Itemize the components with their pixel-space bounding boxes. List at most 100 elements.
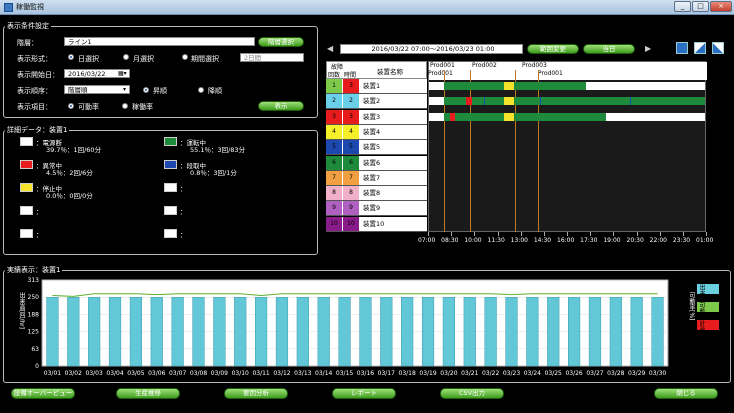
volume-bar — [234, 297, 247, 367]
operation-rate-label: 稼働率 — [132, 103, 153, 111]
period-dropdown[interactable]: 2日間 — [240, 53, 304, 62]
maximize-button[interactable]: □ — [692, 1, 709, 12]
device-row[interactable]: 3 3 装置3 — [326, 109, 427, 125]
order-dropdown[interactable]: 階層順 — [64, 85, 130, 94]
product-marker — [538, 70, 539, 232]
view-toggle-icon[interactable] — [676, 42, 688, 54]
device-row[interactable]: 6 6 装置6 — [326, 155, 427, 171]
production-trend-button[interactable]: 生産推移 — [116, 388, 180, 399]
operation-rate-radio[interactable] — [122, 103, 128, 109]
x-tick-label: 03/18 — [399, 370, 416, 377]
factor-analysis-button[interactable]: 要因分析 — [224, 388, 288, 399]
show-button[interactable]: 表示 — [258, 101, 304, 111]
time-tick-mark — [567, 232, 568, 236]
status-bar-stopped — [504, 82, 514, 90]
fault-count-cell: 3 — [326, 109, 342, 124]
status-value: 39.7％：1回/60分 — [46, 146, 102, 154]
change-range-button[interactable]: 範囲変更 — [527, 44, 579, 54]
x-tick-label: 03/24 — [524, 370, 541, 377]
chevron-down-icon[interactable]: ▾ — [123, 86, 126, 93]
volume-bar — [401, 297, 414, 367]
left-tick-label: 188 — [28, 311, 40, 318]
export-view-icon[interactable] — [712, 42, 724, 54]
status-value: 55.1％：3回/83分 — [190, 146, 246, 154]
product-label: Prod002 — [472, 62, 497, 69]
device-row[interactable]: 7 7 装置7 — [326, 170, 427, 186]
hierarchy-field[interactable]: ライン1 — [64, 37, 255, 46]
format-label: 表示形式： — [17, 55, 52, 63]
fault-count-cell: 7 — [326, 170, 342, 185]
x-tick-label: 03/23 — [503, 370, 520, 377]
day-select-radio[interactable] — [68, 54, 74, 60]
period-select-radio[interactable] — [182, 54, 188, 60]
product-marker — [470, 70, 471, 232]
month-select-radio[interactable] — [123, 54, 129, 60]
x-tick-label: 03/20 — [440, 370, 457, 377]
device-row[interactable]: 2 2 装置2 — [326, 94, 427, 110]
device-name: 装置2 — [360, 94, 427, 109]
close-window-button[interactable]: × — [710, 1, 732, 12]
descending-radio[interactable] — [198, 87, 204, 93]
csv-export-button[interactable]: CSV出力 — [440, 388, 504, 399]
volume-bar — [421, 297, 435, 367]
ascending-radio[interactable] — [143, 87, 149, 93]
fault-time-cell: 4 — [343, 124, 359, 139]
minimize-button[interactable]: _ — [674, 1, 691, 12]
volume-bar — [588, 297, 602, 367]
left-tick-label: 250 — [28, 294, 40, 301]
time-tick-label: 01:00 — [696, 237, 714, 244]
left-tick-label: 63 — [31, 346, 39, 353]
report-button[interactable]: レポート — [332, 388, 396, 399]
status-color-swatch — [20, 229, 33, 238]
volume-bar — [88, 297, 101, 367]
fault-time-cell: 9 — [343, 201, 359, 216]
status-bar-running — [514, 82, 586, 90]
fault-time-cell: 10 — [343, 216, 359, 231]
calendar-icon[interactable]: ▦▾ — [118, 70, 127, 77]
availability-radio[interactable] — [68, 103, 74, 109]
device-row[interactable]: 5 5 装置5 — [326, 140, 427, 156]
status-name: ： — [180, 185, 187, 193]
device-name: 装置1 — [360, 79, 427, 93]
close-button[interactable]: 閉じる — [654, 388, 718, 399]
status-bar-power-off — [429, 82, 444, 90]
device-row[interactable]: 9 9 装置9 — [326, 201, 427, 217]
device-row[interactable]: 8 8 装置8 — [326, 186, 427, 202]
x-tick-label: 03/07 — [169, 370, 186, 377]
next-day-arrow[interactable]: ▶ — [645, 44, 651, 53]
volume-bar — [651, 297, 664, 367]
equipment-overview-button[interactable]: 設備オーバービュー — [11, 388, 75, 399]
ascending-label: 昇順 — [153, 87, 167, 95]
x-tick-label: 03/28 — [607, 370, 624, 377]
hierarchy-select-button[interactable]: 階層選択 — [258, 37, 304, 47]
x-tick-label: 03/15 — [336, 370, 353, 377]
volume-bar — [129, 297, 142, 367]
device-row[interactable]: 1 3 装置1 — [326, 79, 427, 94]
status-bar-running — [472, 97, 504, 105]
status-bar-running — [444, 97, 466, 105]
status-color-swatch — [164, 229, 177, 238]
time-tick-label: 19:00 — [603, 237, 621, 244]
x-tick-label: 03/21 — [461, 370, 478, 377]
device-row[interactable]: 10 10 装置10 — [326, 216, 427, 232]
fault-count-cell: 6 — [326, 155, 342, 170]
x-tick-label: 03/08 — [190, 370, 207, 377]
status-name: ： — [180, 231, 187, 239]
prev-day-arrow[interactable]: ◀ — [327, 44, 333, 53]
volume-bar — [150, 297, 163, 367]
x-tick-label: 03/26 — [565, 370, 582, 377]
fault-time-cell: 7 — [343, 170, 359, 185]
device-table-header: 故障 回数 時間 装置名称 — [326, 61, 427, 79]
status-bar-running — [444, 82, 504, 90]
status-bar-running — [514, 113, 606, 121]
status-color-swatch — [20, 183, 33, 192]
x-tick-label: 03/17 — [378, 370, 395, 377]
device-row[interactable]: 4 4 装置4 — [326, 124, 427, 140]
chart-mode-icon[interactable] — [694, 42, 706, 54]
device-name: 装置4 — [360, 124, 427, 139]
volume-bar — [547, 297, 560, 367]
status-name: ： — [36, 208, 43, 216]
today-button[interactable]: 当日 — [583, 44, 635, 54]
time-tick-mark — [543, 232, 545, 236]
status-color-swatch — [164, 206, 177, 215]
